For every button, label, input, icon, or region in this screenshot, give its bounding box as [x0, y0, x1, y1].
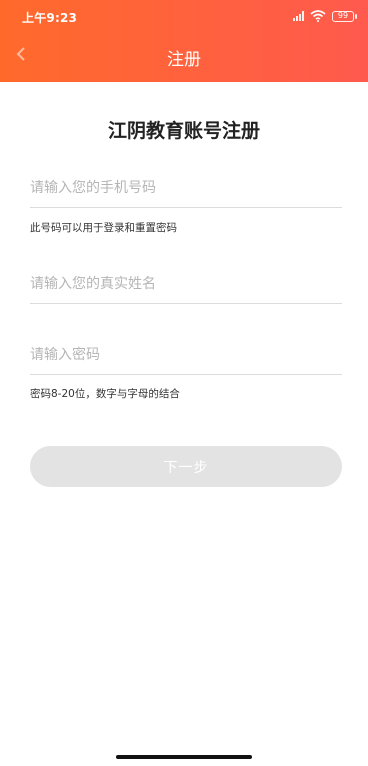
home-indicator — [116, 755, 252, 759]
phone-hint: 此号码可以用于登录和重置密码 — [30, 222, 177, 234]
status-icons: 99 — [293, 10, 357, 22]
wifi-icon — [310, 10, 326, 22]
phone-input[interactable] — [30, 168, 342, 207]
status-bar: 上午9:23 99 — [0, 0, 368, 34]
app-header: 上午9:23 99 注册 — [0, 0, 368, 82]
phone-field[interactable] — [30, 168, 342, 208]
page-title: 江阴教育账号注册 — [107, 120, 260, 142]
signal-icon — [293, 11, 304, 21]
battery-icon: 99 — [332, 10, 357, 22]
nav-title: 注册 — [167, 50, 201, 70]
next-button[interactable]: 下一步 — [30, 446, 342, 487]
real-name-field[interactable] — [30, 264, 342, 304]
status-time: 上午9:23 — [22, 11, 78, 25]
real-name-input[interactable] — [30, 264, 342, 303]
password-hint: 密码8-20位，数字与字母的结合 — [30, 388, 180, 400]
password-input[interactable] — [30, 335, 342, 374]
password-field[interactable] — [30, 335, 342, 375]
